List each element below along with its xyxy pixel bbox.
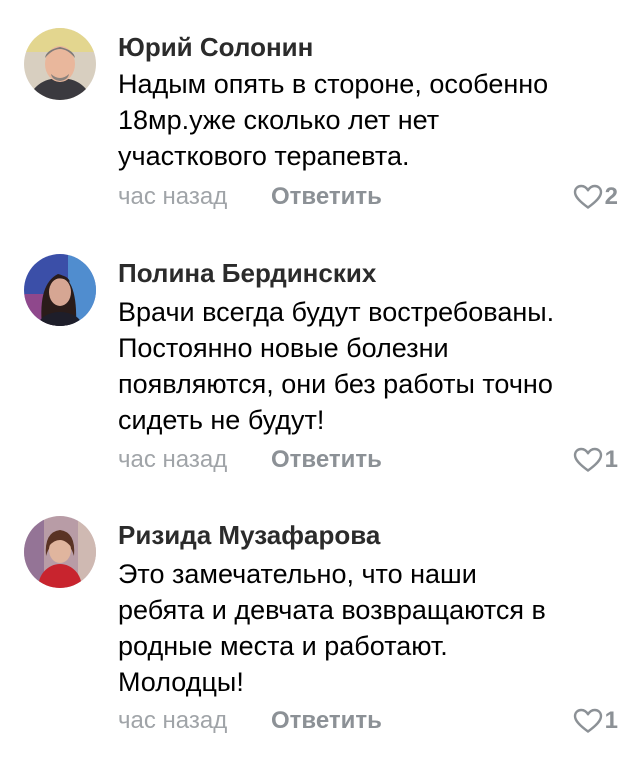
comment-text-line: Молодцы!: [118, 667, 244, 697]
like-count: 1: [604, 707, 618, 734]
heart-outline-icon: [573, 184, 602, 209]
comment-time: час назад: [118, 707, 228, 734]
comment-meta: час назад Ответить 2: [118, 182, 618, 212]
comment-text-line: 18мр.уже сколько лет нет: [118, 105, 440, 135]
like-button[interactable]: 1: [573, 445, 618, 475]
like-count: 1: [604, 446, 618, 473]
comment-meta: час назад Ответить 1: [118, 445, 618, 475]
comment-text-line: ребята и девчата возвращаются в: [118, 595, 546, 625]
reply-button[interactable]: Ответить: [271, 706, 382, 736]
comment-author[interactable]: Полина Бердинских: [118, 258, 376, 288]
avatar[interactable]: [24, 516, 96, 588]
comment-text-line: родные места и работают.: [118, 631, 448, 661]
comment-time: час назад: [118, 446, 228, 473]
comment-text-line: участкового терапевта.: [118, 141, 410, 171]
comment-text-line: Постоянно новые болезни: [118, 333, 449, 363]
reply-button[interactable]: Ответить: [271, 445, 382, 475]
comment-text-line: Надым опять в стороне, особенно: [118, 69, 549, 99]
reply-button[interactable]: Ответить: [271, 182, 382, 212]
comment-time: час назад: [118, 183, 228, 210]
comment-text-line: появляются, они без работы точно: [118, 369, 553, 399]
avatar-image: [24, 516, 96, 588]
comment-text: Это замечательно, что наши ребята и девч…: [118, 556, 618, 700]
comments-list: Юрий Солонин Надым опять в стороне, особ…: [0, 0, 640, 763]
like-button[interactable]: 2: [573, 182, 618, 212]
heart-outline-icon: [573, 447, 602, 472]
comment-text-line: сидеть не будут!: [118, 405, 325, 435]
avatar[interactable]: [24, 28, 96, 100]
heart-outline-icon: [573, 708, 602, 733]
comment-meta: час назад Ответить 1: [118, 706, 618, 736]
avatar-image: [24, 254, 96, 326]
comment-text: Врачи всегда будут востребованы. Постоян…: [118, 294, 618, 438]
comment-text: Надым опять в стороне, особенно 18мр.уже…: [118, 66, 618, 174]
comment-author[interactable]: Юрий Солонин: [118, 32, 313, 62]
comment-text-line: Врачи всегда будут востребованы.: [118, 297, 555, 327]
like-button[interactable]: 1: [573, 706, 618, 736]
like-count: 2: [604, 183, 618, 210]
comment-author[interactable]: Ризида Музафарова: [118, 520, 380, 550]
avatar-image: [24, 28, 96, 100]
comment-text-line: Это замечательно, что наши: [118, 559, 477, 589]
avatar[interactable]: [24, 254, 96, 326]
